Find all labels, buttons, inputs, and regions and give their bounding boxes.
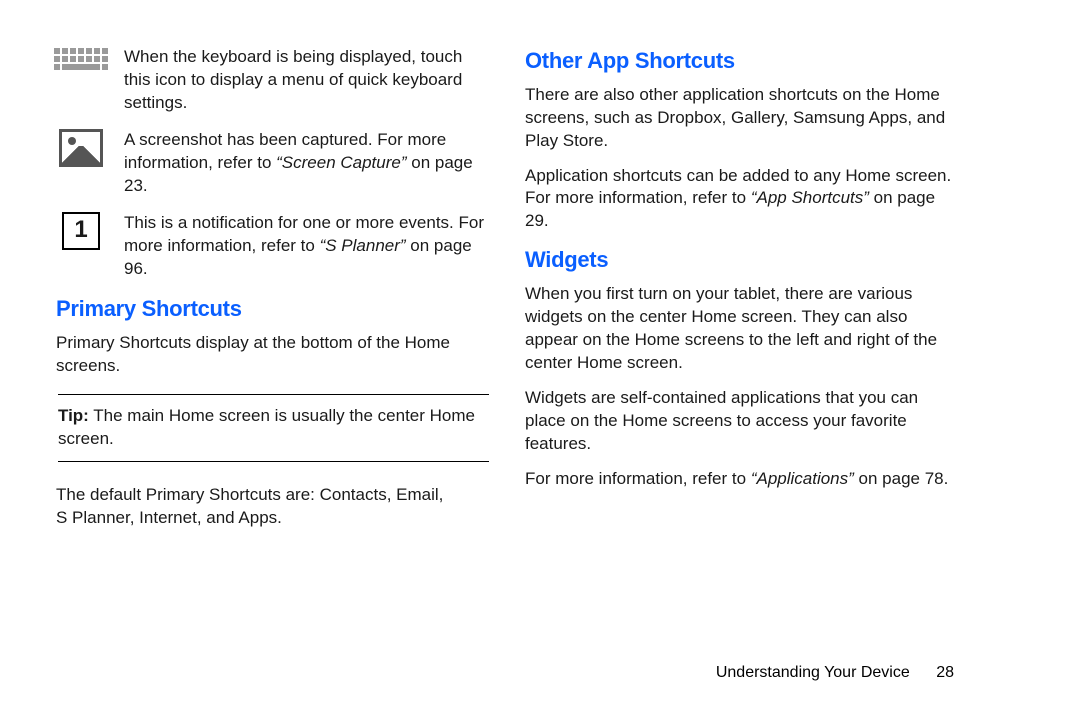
widgets-p3-b: on page 78. bbox=[854, 469, 949, 488]
app-shortcuts-ref: “App Shortcuts” bbox=[751, 188, 869, 207]
heading-widgets: Widgets bbox=[525, 245, 960, 275]
heading-primary-shortcuts: Primary Shortcuts bbox=[56, 294, 491, 324]
keyboard-desc: When the keyboard is being displayed, to… bbox=[124, 46, 491, 115]
right-column: Other App Shortcuts There are also other… bbox=[525, 46, 960, 720]
footer-section: Understanding Your Device bbox=[716, 664, 910, 681]
applications-ref: “Applications” bbox=[751, 469, 854, 488]
manual-page: When the keyboard is being displayed, to… bbox=[0, 0, 1000, 720]
notification-icon: 1 bbox=[56, 212, 106, 281]
screen-capture-ref: “Screen Capture” bbox=[276, 153, 406, 172]
other-p1: There are also other application shortcu… bbox=[525, 84, 960, 153]
widgets-p2: Widgets are self-contained applications … bbox=[525, 387, 960, 456]
page-footer: Understanding Your Device 28 bbox=[716, 664, 954, 682]
widgets-p3-a: For more information, refer to bbox=[525, 469, 751, 488]
heading-other-app-shortcuts: Other App Shortcuts bbox=[525, 46, 960, 76]
screenshot-desc: A screenshot has been captured. For more… bbox=[124, 129, 491, 198]
widgets-p3: For more information, refer to “Applicat… bbox=[525, 468, 960, 491]
primary-p1: Primary Shortcuts display at the bottom … bbox=[56, 332, 491, 378]
notification-desc: This is a notification for one or more e… bbox=[124, 212, 491, 281]
keyboard-icon bbox=[56, 46, 106, 115]
icon-row-notification: 1 This is a notification for one or more… bbox=[56, 212, 491, 281]
tip-label: Tip: bbox=[58, 406, 89, 425]
other-p2: Application shortcuts can be added to an… bbox=[525, 165, 960, 234]
s-planner-ref: “S Planner” bbox=[320, 236, 406, 255]
widgets-p1: When you first turn on your tablet, ther… bbox=[525, 283, 960, 375]
icon-row-screenshot: A screenshot has been captured. For more… bbox=[56, 129, 491, 198]
tip-body: The main Home screen is usually the cent… bbox=[58, 406, 475, 448]
icon-row-keyboard: When the keyboard is being displayed, to… bbox=[56, 46, 491, 115]
tip-box: Tip: The main Home screen is usually the… bbox=[58, 394, 489, 462]
footer-page-number: 28 bbox=[936, 664, 954, 682]
left-column: When the keyboard is being displayed, to… bbox=[56, 46, 491, 720]
primary-p2: The default Primary Shortcuts are: Conta… bbox=[56, 484, 491, 530]
picture-icon bbox=[56, 129, 106, 198]
